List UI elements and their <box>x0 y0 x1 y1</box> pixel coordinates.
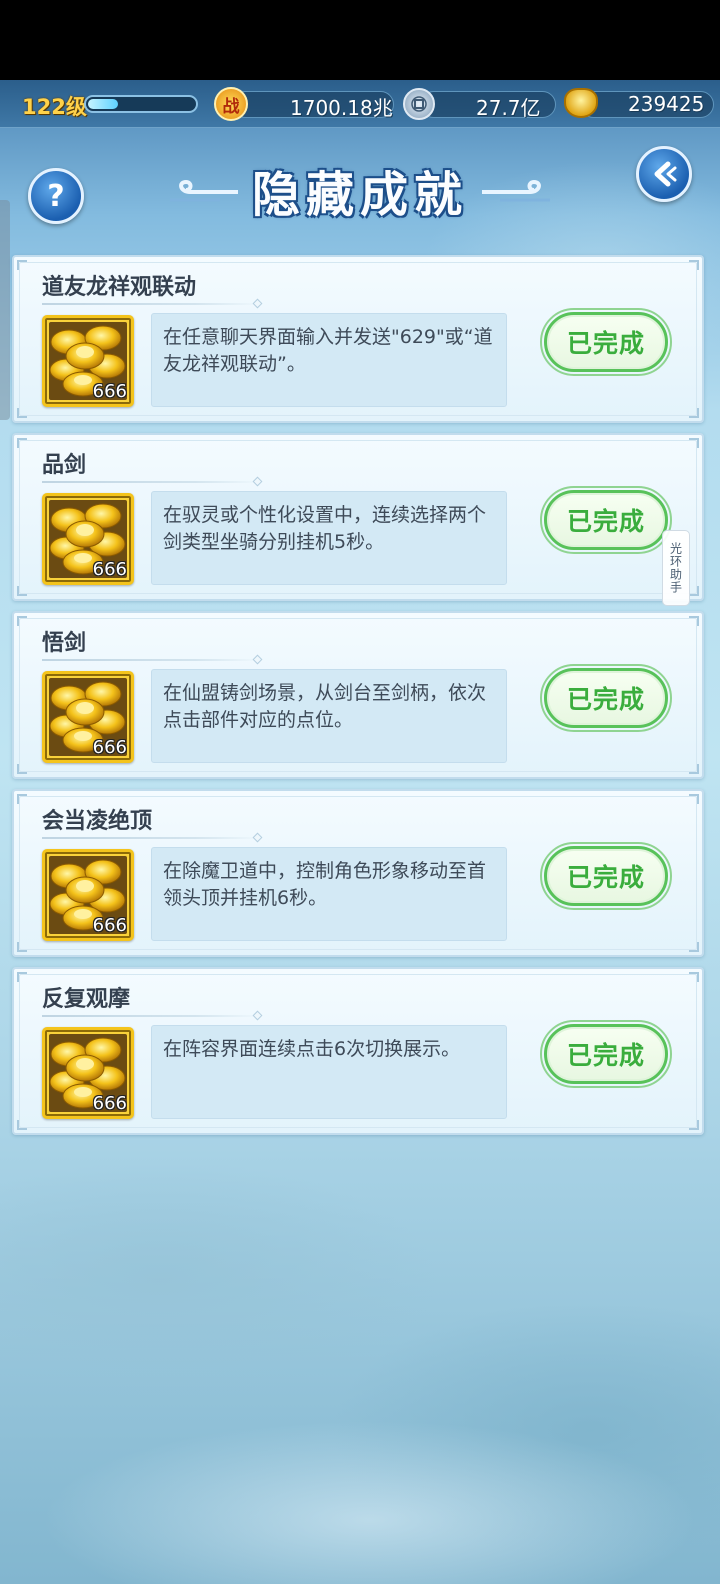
question-icon: ? <box>47 178 65 214</box>
achievement-title: 反复观摩 <box>42 987 131 1012</box>
system-status-area <box>0 0 720 80</box>
xp-progress-fill <box>88 99 118 109</box>
title-divider <box>42 1015 260 1017</box>
player-level: 122级 <box>22 95 87 119</box>
completed-status-label: 已完成 <box>566 1041 645 1070</box>
achievement-title: 道友龙祥观联动 <box>42 275 197 300</box>
back-button[interactable] <box>636 146 692 202</box>
reward-count: 666 <box>92 1093 127 1114</box>
coin-icon <box>403 88 435 120</box>
xp-progress-bar <box>84 95 198 113</box>
achievement-title: 会当凌绝顶 <box>42 809 153 834</box>
coin-value: 27.7亿 <box>476 96 541 120</box>
gold-ingot-reward-icon[interactable]: 666 <box>42 671 134 763</box>
reward-count: 666 <box>92 559 127 580</box>
achievement-title: 悟剑 <box>42 631 87 656</box>
title-divider <box>42 659 260 661</box>
power-icon-glyph: 战 <box>222 96 240 117</box>
achievement-description: 在驭灵或个性化设置中，连续选择两个剑类型坐骑分别挂机5秒。 <box>151 491 507 585</box>
helper-floating-tab[interactable]: 光环助手 <box>662 530 690 606</box>
achievement-description: 在仙盟铸剑场景，从剑台至剑柄，依次点击部件对应的点位。 <box>151 669 507 763</box>
gold-ingot-reward-icon[interactable]: 666 <box>42 493 134 585</box>
achievement-description: 在阵容界面连续点击6次切换展示。 <box>151 1025 507 1119</box>
achievement-card: 品剑 666 在驭灵或个性化设置中，连续选择两个剑类型坐骑分别挂机5秒。 已完成 <box>12 433 704 601</box>
edge-drawer-handle[interactable] <box>0 200 10 420</box>
reward-count: 666 <box>92 381 127 402</box>
completed-status-button[interactable]: 已完成 <box>540 1020 672 1088</box>
completed-status-label: 已完成 <box>566 863 645 892</box>
completed-status-button[interactable]: 已完成 <box>540 486 672 554</box>
achievement-card: 道友龙祥观联动 666 在任意聊天界面输入并发送"629"或“道友龙祥观联动”。… <box>12 255 704 423</box>
achievement-title: 品剑 <box>42 453 87 478</box>
gold-ingot-reward-icon[interactable]: 666 <box>42 849 134 941</box>
ingot-value: 239425 <box>628 92 705 116</box>
help-button[interactable]: ? <box>28 168 84 224</box>
completed-status-label: 已完成 <box>566 507 645 536</box>
reward-count: 666 <box>92 737 127 758</box>
power-icon: 战 <box>214 87 248 121</box>
reward-count: 666 <box>92 915 127 936</box>
achievement-card: 会当凌绝顶 666 在除魔卫道中，控制角色形象移动至首领头顶并挂机6秒。 已完成 <box>12 789 704 957</box>
resource-bar: 122级 战 1700.18兆 27.7亿 239425 <box>0 80 720 128</box>
ingot-icon <box>564 88 598 118</box>
completed-status-button[interactable]: 已完成 <box>540 664 672 732</box>
back-arrow-icon <box>654 161 677 187</box>
achievement-card: 反复观摩 666 在阵容界面连续点击6次切换展示。 已完成 <box>12 967 704 1135</box>
completed-status-label: 已完成 <box>566 685 645 714</box>
achievement-description: 在任意聊天界面输入并发送"629"或“道友龙祥观联动”。 <box>151 313 507 407</box>
title-divider <box>42 837 260 839</box>
title-right-ornament <box>482 179 550 202</box>
completed-status-label: 已完成 <box>566 329 645 358</box>
title-divider <box>42 303 260 305</box>
gold-ingot-reward-icon[interactable]: 666 <box>42 1027 134 1119</box>
title-divider <box>42 481 260 483</box>
achievement-description: 在除魔卫道中，控制角色形象移动至首领头顶并挂机6秒。 <box>151 847 507 941</box>
completed-status-button[interactable]: 已完成 <box>540 308 672 376</box>
power-value: 1700.18兆 <box>290 96 393 120</box>
completed-status-button[interactable]: 已完成 <box>540 842 672 910</box>
gold-ingot-reward-icon[interactable]: 666 <box>42 315 134 407</box>
achievement-card: 悟剑 666 在仙盟铸剑场景，从剑台至剑柄，依次点击部件对应的点位。 已完成 <box>12 611 704 779</box>
